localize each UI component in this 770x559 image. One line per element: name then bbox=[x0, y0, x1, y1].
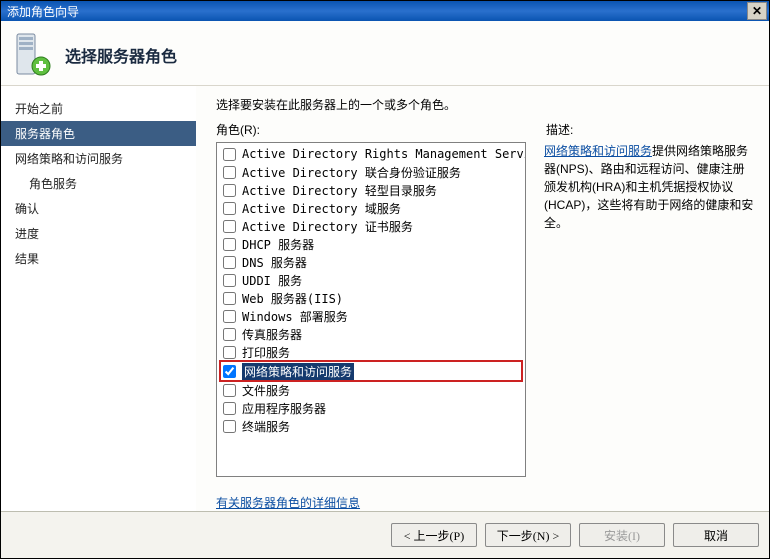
role-checkbox[interactable] bbox=[223, 310, 236, 323]
role-label: Active Directory Rights Management Servi… bbox=[242, 147, 526, 161]
body: 开始之前 服务器角色 网络策略和访问服务 角色服务 确认 进度 结果 选择要安装… bbox=[1, 86, 769, 511]
role-row[interactable]: Windows 部署服务 bbox=[219, 307, 523, 325]
sidebar-item-nps[interactable]: 网络策略和访问服务 bbox=[1, 146, 196, 171]
role-checkbox[interactable] bbox=[223, 402, 236, 415]
role-label: 应用程序服务器 bbox=[242, 400, 326, 417]
role-checkbox[interactable] bbox=[223, 274, 236, 287]
role-row[interactable]: UDDI 服务 bbox=[219, 271, 523, 289]
sidebar: 开始之前 服务器角色 网络策略和访问服务 角色服务 确认 进度 结果 bbox=[1, 86, 196, 511]
more-info-link[interactable]: 有关服务器角色的详细信息 bbox=[216, 496, 360, 510]
description-link[interactable]: 网络策略和访问服务 bbox=[544, 144, 652, 158]
cancel-button[interactable]: 取消 bbox=[673, 523, 759, 547]
titlebar: 添加角色向导 ✕ bbox=[1, 1, 769, 21]
sidebar-item-server-roles[interactable]: 服务器角色 bbox=[1, 121, 196, 146]
window-title: 添加角色向导 bbox=[7, 3, 79, 20]
main-panel: 选择要安装在此服务器上的一个或多个角色。 角色(R): 描述: Active D… bbox=[196, 86, 769, 511]
sidebar-item-progress[interactable]: 进度 bbox=[1, 221, 196, 246]
role-label: DHCP 服务器 bbox=[242, 236, 314, 253]
header: 选择服务器角色 bbox=[1, 21, 769, 86]
install-button[interactable]: 安装(I) bbox=[579, 523, 665, 547]
role-row[interactable]: 终端服务 bbox=[219, 417, 523, 435]
role-label: 文件服务 bbox=[242, 382, 290, 399]
role-label: Windows 部署服务 bbox=[242, 308, 348, 325]
role-label: Active Directory 证书服务 bbox=[242, 218, 413, 235]
page-title: 选择服务器角色 bbox=[65, 43, 177, 67]
sidebar-item-role-services[interactable]: 角色服务 bbox=[1, 171, 196, 196]
role-label: DNS 服务器 bbox=[242, 254, 307, 271]
role-checkbox[interactable] bbox=[223, 328, 236, 341]
role-checkbox[interactable] bbox=[223, 184, 236, 197]
role-checkbox[interactable] bbox=[223, 384, 236, 397]
role-row[interactable]: DHCP 服务器 bbox=[219, 235, 523, 253]
role-row[interactable]: 传真服务器 bbox=[219, 325, 523, 343]
role-label: 终端服务 bbox=[242, 418, 290, 435]
role-row[interactable]: 打印服务 bbox=[219, 343, 523, 361]
sidebar-item-confirm[interactable]: 确认 bbox=[1, 196, 196, 221]
more-info: 有关服务器角色的详细信息 bbox=[216, 494, 761, 511]
sidebar-item-results[interactable]: 结果 bbox=[1, 246, 196, 271]
labels-row: 角色(R): 描述: bbox=[216, 121, 761, 142]
sidebar-item-before-begin[interactable]: 开始之前 bbox=[1, 96, 196, 121]
role-row[interactable]: 网络策略和访问服务 bbox=[219, 360, 523, 382]
role-checkbox[interactable] bbox=[223, 346, 236, 359]
description-box: 网络策略和访问服务提供网络策略服务器(NPS)、路由和远程访问、健康注册颁发机构… bbox=[526, 142, 761, 486]
role-checkbox[interactable] bbox=[223, 166, 236, 179]
wizard-window: 添加角色向导 ✕ 选择服务器角色 开始之前 服务器角色 网络策略和访问服务 角色… bbox=[0, 0, 770, 559]
role-checkbox[interactable] bbox=[223, 365, 236, 378]
role-row[interactable]: Active Directory Rights Management Servi… bbox=[219, 145, 523, 163]
role-row[interactable]: 应用程序服务器 bbox=[219, 399, 523, 417]
role-label: 打印服务 bbox=[242, 344, 290, 361]
roles-listbox[interactable]: Active Directory Rights Management Servi… bbox=[216, 142, 526, 477]
role-label: 网络策略和访问服务 bbox=[242, 363, 354, 380]
content-row: Active Directory Rights Management Servi… bbox=[216, 142, 761, 486]
instruction-text: 选择要安装在此服务器上的一个或多个角色。 bbox=[216, 96, 761, 113]
role-checkbox[interactable] bbox=[223, 238, 236, 251]
role-checkbox[interactable] bbox=[223, 220, 236, 233]
role-row[interactable]: Active Directory 联合身份验证服务 bbox=[219, 163, 523, 181]
role-row[interactable]: Web 服务器(IIS) bbox=[219, 289, 523, 307]
close-button[interactable]: ✕ bbox=[747, 2, 767, 20]
footer: < 上一步(P) 下一步(N) > 安装(I) 取消 bbox=[1, 511, 769, 558]
role-label: Web 服务器(IIS) bbox=[242, 290, 343, 307]
role-row[interactable]: DNS 服务器 bbox=[219, 253, 523, 271]
next-button[interactable]: 下一步(N) > bbox=[485, 523, 571, 547]
role-row[interactable]: Active Directory 轻型目录服务 bbox=[219, 181, 523, 199]
role-checkbox[interactable] bbox=[223, 292, 236, 305]
role-row[interactable]: Active Directory 证书服务 bbox=[219, 217, 523, 235]
server-icon bbox=[11, 32, 51, 78]
roles-label: 角色(R): bbox=[216, 121, 546, 138]
role-checkbox[interactable] bbox=[223, 420, 236, 433]
role-checkbox[interactable] bbox=[223, 148, 236, 161]
role-checkbox[interactable] bbox=[223, 202, 236, 215]
role-checkbox[interactable] bbox=[223, 256, 236, 269]
role-label: Active Directory 域服务 bbox=[242, 200, 401, 217]
role-row[interactable]: 文件服务 bbox=[219, 381, 523, 399]
role-label: Active Directory 联合身份验证服务 bbox=[242, 164, 461, 181]
description-label: 描述: bbox=[546, 121, 761, 138]
prev-button[interactable]: < 上一步(P) bbox=[391, 523, 477, 547]
role-label: UDDI 服务 bbox=[242, 272, 302, 289]
role-row[interactable]: Active Directory 域服务 bbox=[219, 199, 523, 217]
role-label: Active Directory 轻型目录服务 bbox=[242, 182, 437, 199]
role-label: 传真服务器 bbox=[242, 326, 302, 343]
